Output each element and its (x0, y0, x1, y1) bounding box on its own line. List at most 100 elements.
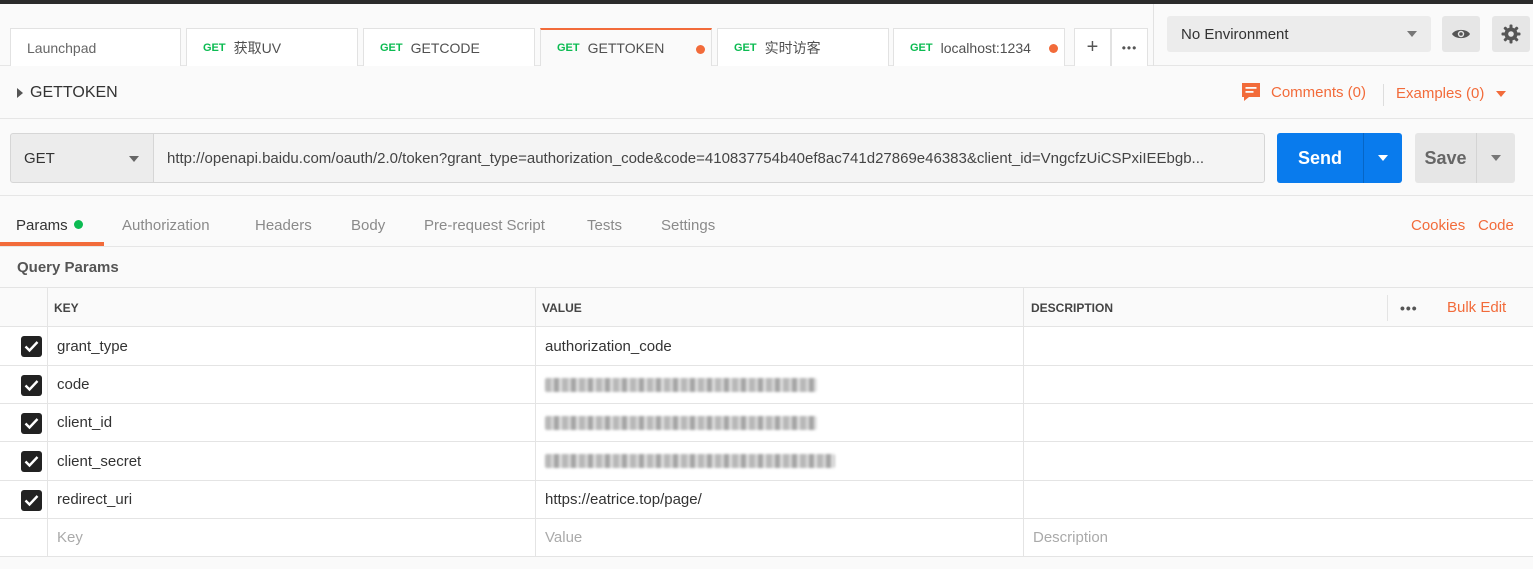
tab-method: GET (910, 41, 933, 54)
param-key[interactable]: grant_type (57, 327, 128, 365)
cookies-link[interactable]: Cookies (1411, 217, 1465, 234)
table-row-new: Key Value Description (0, 518, 1533, 557)
tab-pre-request-script[interactable]: Pre-request Script (424, 217, 545, 234)
divider (47, 442, 48, 480)
divider (1023, 519, 1024, 556)
tab-body[interactable]: Body (351, 217, 385, 234)
divider (47, 519, 48, 556)
tab-getcode[interactable]: GET GETCODE (363, 28, 535, 66)
tab-launchpad[interactable]: Launchpad (10, 28, 181, 66)
divider (47, 288, 48, 327)
tab-label: 实时访客 (764, 39, 821, 56)
param-value[interactable]: https://eatrice.top/page/ (545, 481, 702, 518)
comments-link[interactable]: Comments (0) (1241, 82, 1366, 102)
tab-method: GET (380, 41, 403, 54)
request-subtabs: Params Authorization Headers Body Pre-re… (0, 197, 1533, 247)
new-tab-button[interactable]: + (1074, 28, 1111, 66)
environment-select[interactable]: No Environment (1167, 16, 1431, 52)
unsaved-dot-icon (696, 45, 705, 54)
tab-localhost[interactable]: GET localhost:1234 (893, 28, 1065, 66)
tab-label: Launchpad (27, 39, 97, 56)
comments-label: Comments (0) (1271, 83, 1367, 101)
chevron-down-icon (1378, 155, 1388, 161)
param-value[interactable]: authorization_code (545, 327, 672, 365)
tab-authorization[interactable]: Authorization (122, 217, 210, 234)
tab-gettoken[interactable]: GET GETTOKEN (540, 28, 712, 66)
param-checkbox[interactable] (21, 413, 42, 434)
divider (535, 519, 536, 556)
save-button[interactable]: Save (1415, 133, 1476, 183)
param-value-redacted[interactable] (545, 404, 817, 441)
status-dot-icon (73, 220, 83, 229)
send-button[interactable]: Send (1277, 133, 1363, 183)
chevron-down-icon (129, 156, 139, 162)
redacted-value (545, 377, 817, 392)
param-checkbox[interactable] (21, 451, 42, 472)
check-icon (24, 418, 39, 430)
param-key[interactable]: client_secret (57, 442, 141, 480)
save-label: Save (1424, 147, 1467, 168)
divider (1023, 288, 1024, 327)
chevron-down-icon (1407, 31, 1417, 37)
examples-dropdown[interactable]: Examples (0) (1396, 85, 1507, 102)
param-key[interactable]: redirect_uri (57, 481, 132, 518)
table-more-button[interactable]: ••• (1400, 288, 1418, 327)
chevron-down-icon (1491, 155, 1501, 161)
table-row: grant_type authorization_code (0, 326, 1533, 365)
bulk-edit-link[interactable]: Bulk Edit (1447, 288, 1506, 327)
eye-icon (1452, 29, 1470, 39)
method-select[interactable]: GET (10, 133, 154, 183)
tab-label: localhost:1234 (940, 39, 1031, 56)
divider (47, 366, 48, 403)
divider (1023, 481, 1024, 518)
param-checkbox[interactable] (21, 490, 42, 511)
divider (1383, 84, 1384, 106)
table-header-row: KEY VALUE DESCRIPTION ••• Bulk Edit (0, 287, 1533, 327)
send-options-button[interactable] (1363, 133, 1402, 183)
check-icon (24, 341, 39, 353)
new-key-input[interactable]: Key (57, 519, 83, 556)
tab-params[interactable]: Params (16, 217, 83, 234)
new-description-input[interactable]: Description (1033, 519, 1108, 556)
request-name[interactable]: GETTOKEN (30, 84, 118, 102)
divider (1023, 404, 1024, 441)
caret-right-icon[interactable] (17, 88, 23, 98)
param-checkbox[interactable] (21, 336, 42, 357)
param-value-redacted[interactable] (545, 442, 835, 480)
new-value-input[interactable]: Value (545, 519, 582, 556)
tab-method: GET (734, 41, 757, 54)
url-bar-row: GET http://openapi.baidu.com/oauth/2.0/t… (0, 120, 1533, 196)
tab-params-label: Params (16, 217, 68, 234)
divider (47, 404, 48, 441)
ellipsis-icon: ••• (1400, 299, 1418, 316)
environment-quick-look-button[interactable] (1442, 16, 1480, 52)
query-params-title: Query Params (17, 259, 119, 276)
environment-label: No Environment (1181, 25, 1289, 43)
divider (47, 327, 48, 365)
header-description: DESCRIPTION (1031, 300, 1114, 315)
header-value: VALUE (542, 300, 582, 315)
divider (1153, 4, 1154, 66)
code-link[interactable]: Code (1478, 217, 1514, 234)
tab-headers[interactable]: Headers (255, 217, 312, 234)
tab-tests[interactable]: Tests (587, 217, 622, 234)
tab-more-button[interactable]: ••• (1111, 28, 1148, 66)
param-checkbox[interactable] (21, 375, 42, 396)
param-key[interactable]: code (57, 366, 90, 403)
settings-button[interactable] (1492, 16, 1530, 52)
param-key[interactable]: client_id (57, 404, 112, 441)
param-value-redacted[interactable] (545, 366, 817, 403)
header-key: KEY (54, 300, 79, 315)
table-row: code (0, 365, 1533, 403)
tab-realtime-visitors[interactable]: GET 实时访客 (717, 28, 889, 66)
divider (535, 442, 536, 480)
tab-get-uv[interactable]: GET 获取UV (186, 28, 358, 66)
table-row: client_id (0, 403, 1533, 441)
tab-settings[interactable]: Settings (661, 217, 715, 234)
save-options-button[interactable] (1476, 133, 1515, 183)
url-input[interactable]: http://openapi.baidu.com/oauth/2.0/token… (153, 133, 1265, 183)
method-label: GET (24, 149, 55, 167)
divider (535, 327, 536, 365)
divider (535, 288, 536, 327)
table-row: redirect_uri https://eatrice.top/page/ (0, 480, 1533, 518)
